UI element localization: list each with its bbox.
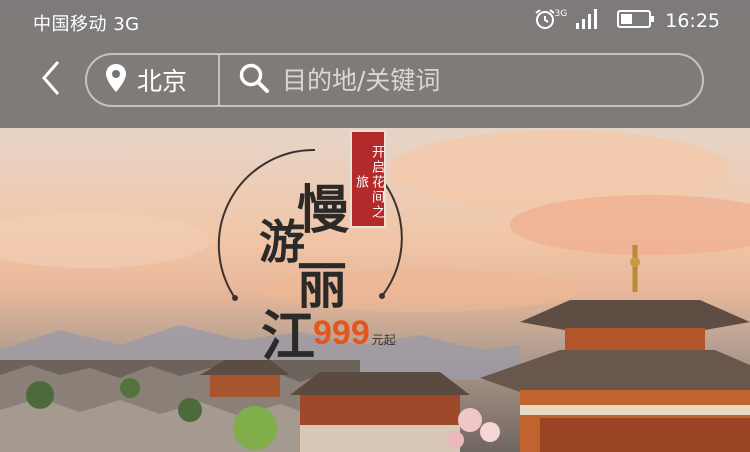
promo-char-4: 江 xyxy=(261,304,315,368)
city-label: 北京 xyxy=(137,67,188,96)
city-selector[interactable]: 北京 xyxy=(87,55,220,105)
status-icons: 3G 16:25 xyxy=(533,8,720,34)
back-button[interactable] xyxy=(34,58,68,102)
alarm-icon xyxy=(533,7,557,35)
promo-title-block: 开启花间之旅 慢 游 丽 江 999 元起 xyxy=(205,128,425,368)
carrier-label: 中国移动 3G xyxy=(33,14,140,35)
search-bar: 北京 xyxy=(85,53,704,107)
status-bar: 中国移动 3G 3G 16:25 xyxy=(0,0,750,42)
network-type-label: 3G xyxy=(554,9,568,19)
chevron-left-icon xyxy=(40,60,62,100)
location-pin-icon xyxy=(105,63,127,97)
search-icon xyxy=(238,62,270,98)
search-input[interactable] xyxy=(282,65,702,95)
price-value: 999 xyxy=(313,314,370,352)
price-suffix: 元起 xyxy=(371,333,396,347)
signal-icon xyxy=(575,8,599,34)
clock: 16:25 xyxy=(665,10,720,32)
promo-tag: 开启花间之旅 xyxy=(350,130,386,228)
top-bar: 中国移动 3G 3G 16:25 北京 目的地/关键词 xyxy=(0,0,750,128)
battery-icon xyxy=(617,9,655,33)
promo-price: 999 元起 xyxy=(313,314,396,353)
search-field-area[interactable] xyxy=(220,55,702,105)
